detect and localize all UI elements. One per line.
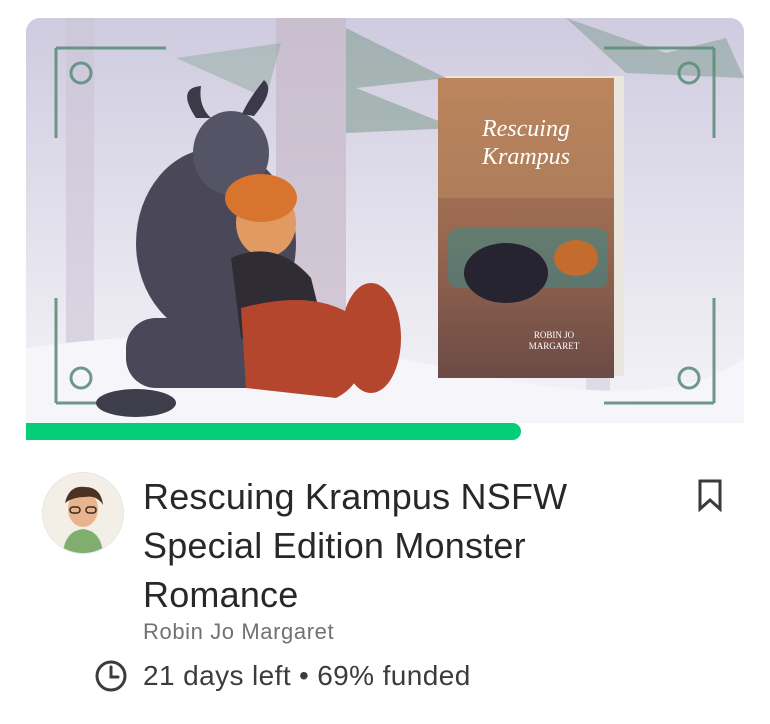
book-mockup: Rescuing Krampus ROBIN JO MARGARET — [438, 76, 624, 378]
bookmark-icon — [698, 479, 722, 513]
funding-progress-fill — [26, 423, 522, 440]
creator-avatar[interactable] — [42, 472, 124, 554]
project-hero-image[interactable]: Rescuing Krampus ROBIN JO MARGARET — [26, 18, 744, 423]
clock-icon — [95, 660, 127, 692]
book-author-line2: MARGARET — [529, 341, 580, 351]
funding-progress-bar — [26, 423, 744, 440]
project-stats: 21 days left • 69% funded — [94, 659, 471, 693]
bookmark-button[interactable] — [694, 478, 726, 513]
creator-name[interactable]: Robin Jo Margaret — [143, 619, 334, 645]
project-title[interactable]: Rescuing Krampus NSFW Special Edition Mo… — [143, 472, 663, 619]
funded-percent-text: 69% funded — [317, 660, 471, 691]
avatar-illustration — [43, 473, 123, 553]
stats-separator: • — [299, 660, 310, 691]
book-title-line2: Krampus — [481, 144, 570, 170]
hero-illustration: Rescuing Krampus ROBIN JO MARGARET — [26, 18, 744, 423]
book-author-line1: ROBIN JO — [534, 330, 575, 340]
book-title-line1: Rescuing — [481, 116, 570, 142]
days-left-text: 21 days left — [143, 660, 291, 691]
